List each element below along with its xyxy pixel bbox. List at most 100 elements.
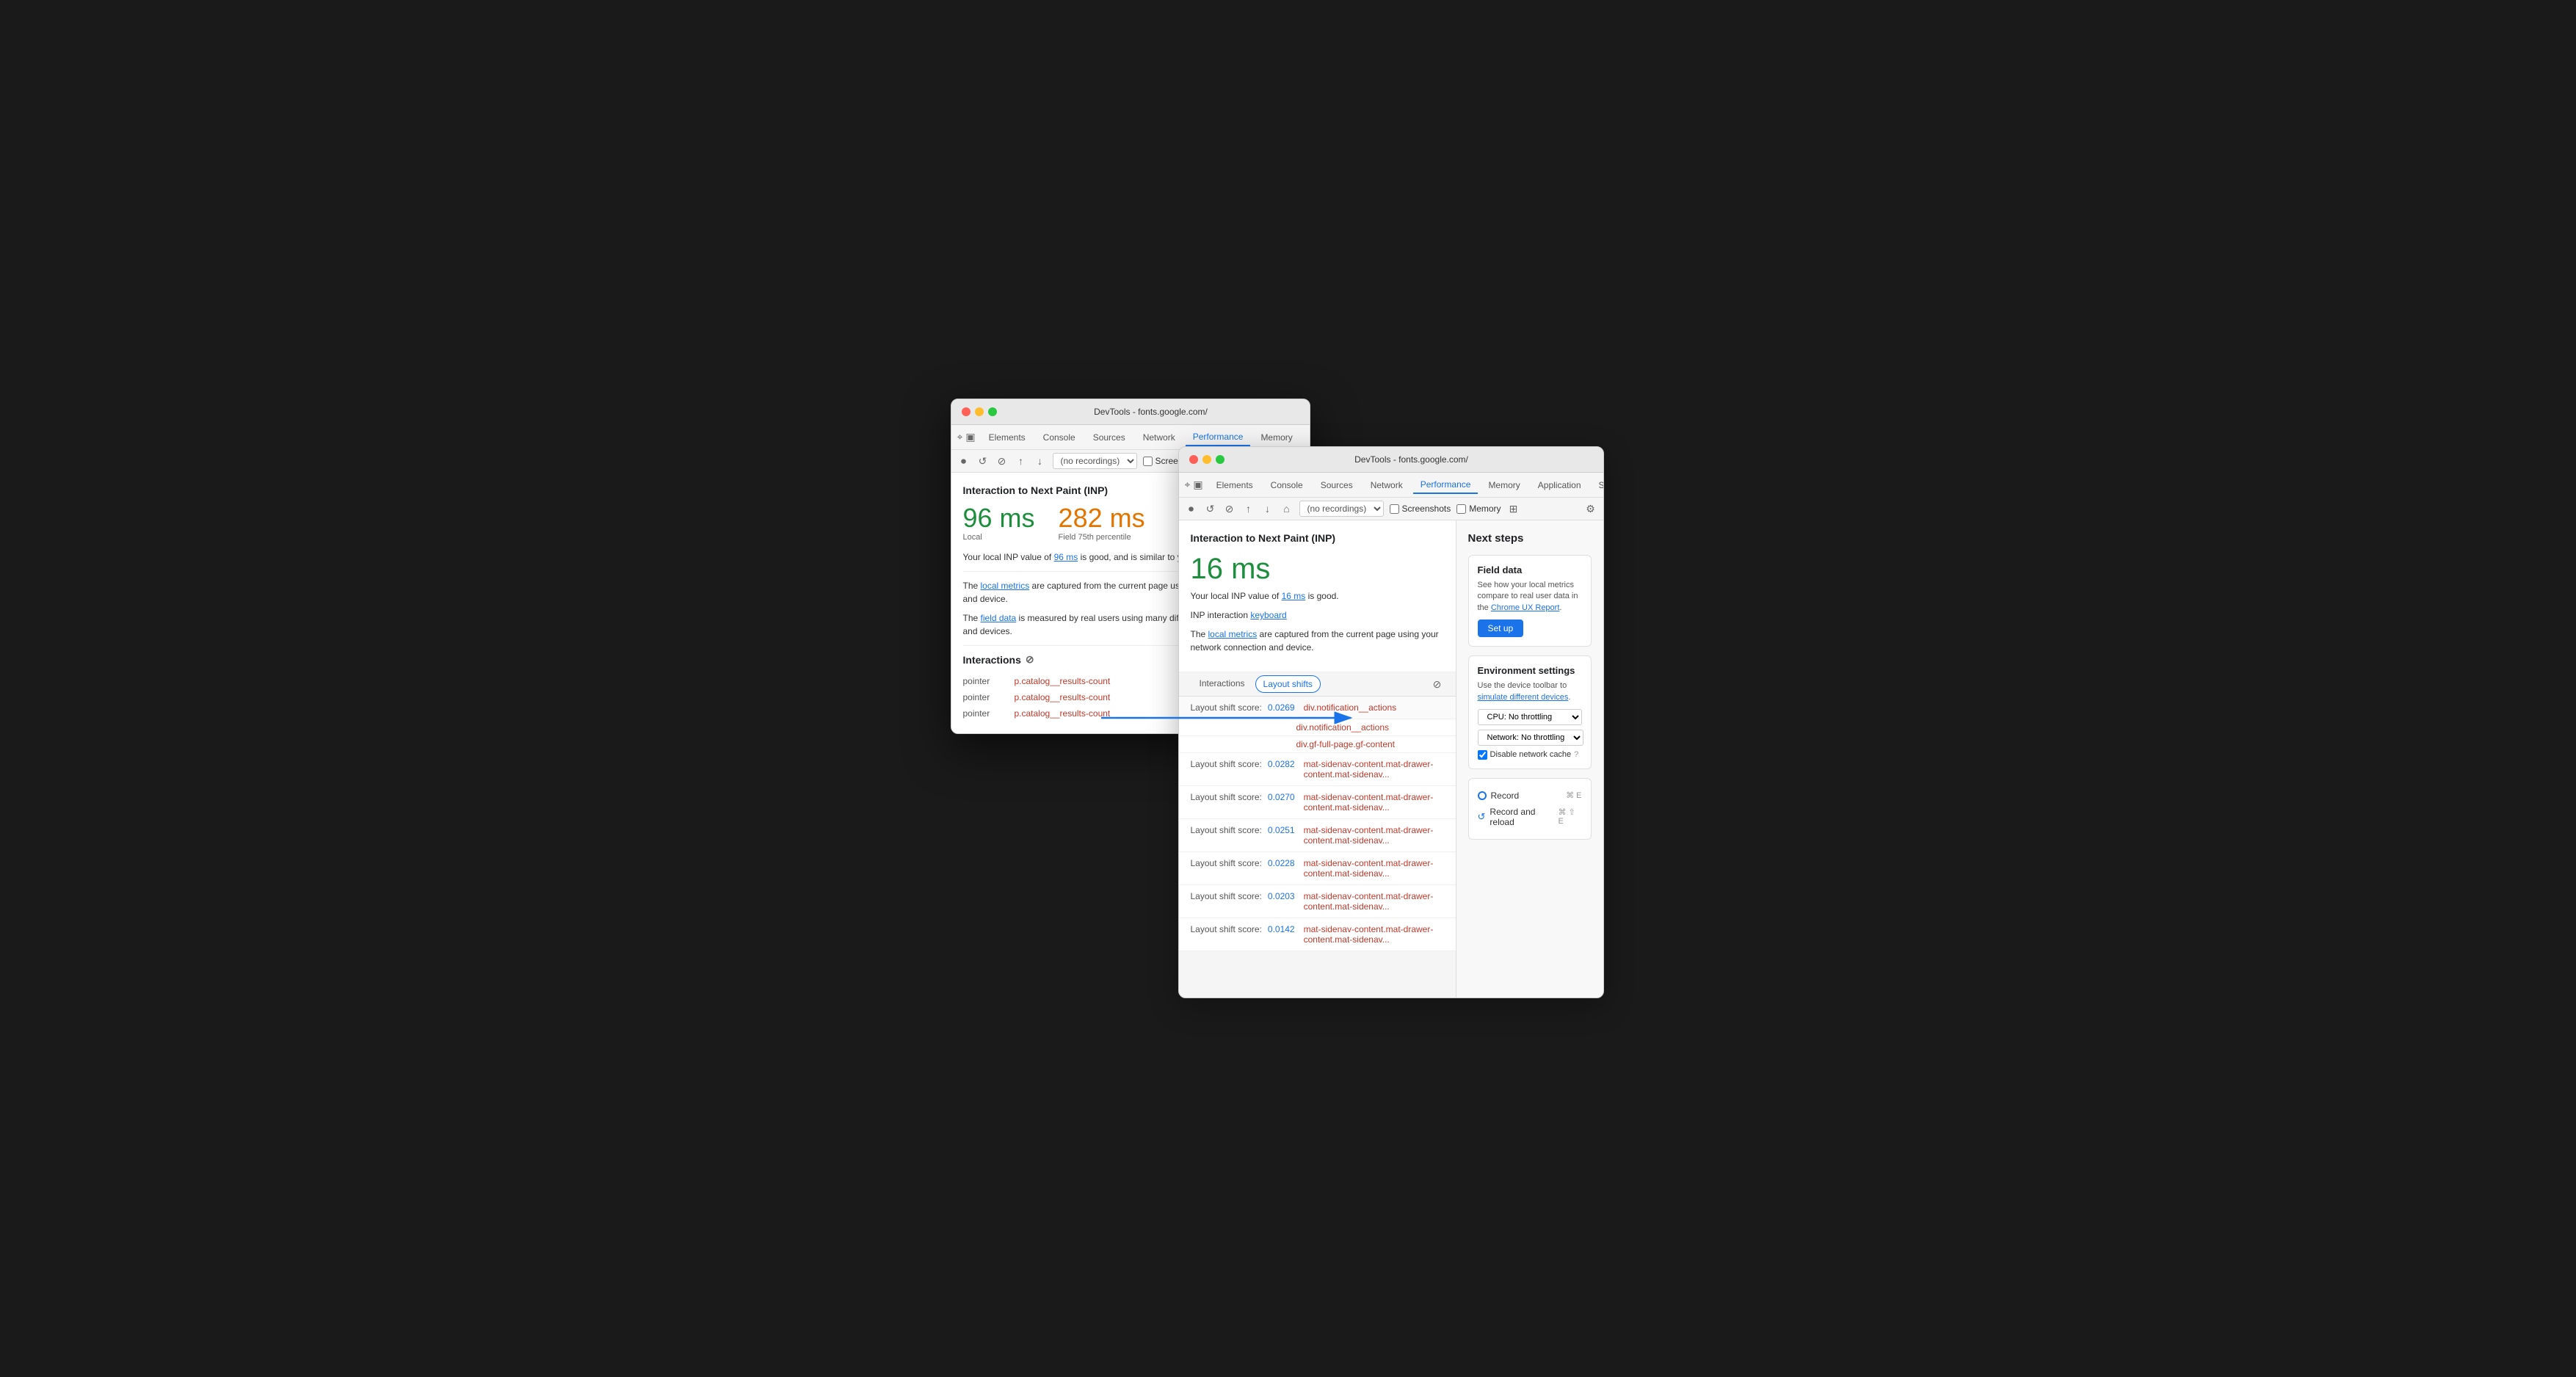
tab-network-2[interactable]: Network [1363, 477, 1410, 493]
block-icon-1: ⊘ [1026, 653, 1034, 666]
minimize-button-2[interactable] [1202, 455, 1211, 464]
screenshots-check-1[interactable] [1143, 457, 1153, 466]
tab-console-1[interactable]: Console [1036, 429, 1083, 446]
maximize-button-2[interactable] [1216, 455, 1224, 464]
toolbar2-2: ⏺ ↺ ⊘ ↑ ↓ ⌂ (no recordings) Screenshots … [1179, 498, 1603, 520]
home-icon-2[interactable]: ⌂ [1280, 502, 1294, 515]
cpu-select[interactable]: CPU: No throttling [1478, 709, 1582, 725]
ls-target-2[interactable]: mat-sidenav-content.mat-drawer-content.m… [1304, 792, 1444, 813]
disable-cache-checkbox[interactable] [1478, 750, 1487, 760]
cpu-icon-2[interactable]: ⊞ [1507, 502, 1520, 515]
record-shortcut: ⌘ E [1566, 791, 1581, 800]
close-button-1[interactable] [962, 407, 970, 416]
ls-score-value-0[interactable]: 0.0269 [1268, 702, 1295, 713]
settings-icon-3[interactable]: ⚙ [1584, 502, 1597, 515]
ls-score-value-6[interactable]: 0.0142 [1268, 924, 1295, 934]
record-row: Record ⌘ E [1478, 788, 1582, 804]
ls-target-6[interactable]: mat-sidenav-content.mat-drawer-content.m… [1304, 924, 1444, 945]
block-icon-2[interactable]: ⊘ [1431, 677, 1444, 691]
right-panel: Next steps Field data See how your local… [1456, 520, 1603, 998]
tab-security-2[interactable]: Security [1592, 477, 1604, 493]
tab-console-2[interactable]: Console [1263, 477, 1310, 493]
next-steps-title: Next steps [1468, 532, 1592, 545]
setup-button[interactable]: Set up [1478, 620, 1524, 637]
clear-icon-2[interactable]: ⊘ [1223, 502, 1236, 515]
ls-target-1[interactable]: mat-sidenav-content.mat-drawer-content.m… [1304, 759, 1444, 780]
ls-sub-2: div.gf-full-page.gf-content [1179, 736, 1456, 753]
ls-target-3[interactable]: mat-sidenav-content.mat-drawer-content.m… [1304, 825, 1444, 846]
inp-value-link-1[interactable]: 96 ms [1054, 552, 1078, 562]
env-settings-section: Environment settings Use the device tool… [1468, 655, 1592, 769]
close-button-2[interactable] [1189, 455, 1198, 464]
network-select[interactable]: Network: No throttling [1478, 730, 1583, 746]
field-data-link-1[interactable]: field data [981, 613, 1017, 623]
local-metrics-link-1[interactable]: local metrics [981, 581, 1030, 591]
inp-interaction: INP interaction keyboard [1191, 608, 1444, 622]
ls-score-value-2[interactable]: 0.0270 [1268, 792, 1295, 802]
left-panel: Interaction to Next Paint (INP) 16 ms Yo… [1179, 520, 1456, 998]
record-reload-text: Record and reload [1490, 807, 1558, 827]
tab-layout-shifts-2[interactable]: Layout shifts [1255, 675, 1321, 693]
ls-target-0[interactable]: div.notification__actions [1304, 702, 1444, 713]
ls-score-value-1[interactable]: 0.0282 [1268, 759, 1295, 769]
tab-performance-2[interactable]: Performance [1413, 476, 1479, 494]
tab-memory-2[interactable]: Memory [1481, 477, 1527, 493]
field-data-title: Field data [1478, 564, 1582, 575]
keyboard-link[interactable]: keyboard [1250, 610, 1286, 620]
chrome-ux-link[interactable]: Chrome UX Report [1491, 603, 1560, 612]
cursor-icon-2[interactable]: ⌖ [1185, 479, 1191, 492]
tab-network-1[interactable]: Network [1136, 429, 1183, 446]
cursor-icon[interactable]: ⌖ [957, 431, 963, 444]
memory-check-2[interactable] [1456, 504, 1466, 514]
ls-score-label-1: Layout shift score: [1191, 759, 1262, 769]
disable-cache-text: Disable network cache [1490, 750, 1572, 759]
ls-score-value-4[interactable]: 0.0228 [1268, 858, 1295, 868]
ls-row-3: Layout shift score: 0.0251 mat-sidenav-c… [1179, 819, 1456, 852]
upload-icon-1[interactable]: ↑ [1015, 454, 1028, 468]
reload-icon-2[interactable]: ↺ [1204, 502, 1217, 515]
ls-score-value-5[interactable]: 0.0203 [1268, 891, 1295, 901]
upload-icon-2[interactable]: ↑ [1242, 502, 1255, 515]
clear-icon-1[interactable]: ⊘ [995, 454, 1009, 468]
simulate-devices-link[interactable]: simulate different devices [1478, 693, 1569, 702]
screenshots-check-2[interactable] [1390, 504, 1399, 514]
inp-value-link-2[interactable]: 16 ms [1282, 591, 1306, 601]
device-icon[interactable]: ▣ [965, 431, 975, 444]
network-select-row: Network: No throttling [1478, 730, 1582, 746]
recording-select-1[interactable]: (no recordings) [1053, 453, 1137, 469]
record-reload-row: ↺ Record and reload ⌘ ⇧ E [1478, 804, 1582, 830]
tab-memory-1[interactable]: Memory [1253, 429, 1299, 446]
disable-cache-label[interactable]: Disable network cache ? [1478, 750, 1582, 760]
help-icon[interactable]: ? [1574, 750, 1578, 759]
local-metric: 96 ms Local [963, 505, 1035, 542]
screenshots-checkbox-2[interactable]: Screenshots [1390, 504, 1451, 514]
tab-performance-1[interactable]: Performance [1186, 429, 1251, 446]
recording-select-2[interactable]: (no recordings) [1299, 501, 1384, 517]
ls-score-value-3[interactable]: 0.0251 [1268, 825, 1295, 835]
field-value: 282 ms [1059, 505, 1145, 531]
tab-elements-1[interactable]: Elements [982, 429, 1033, 446]
traffic-lights-1 [962, 407, 997, 416]
reload-icon-1[interactable]: ↺ [976, 454, 990, 468]
record-icon-1[interactable]: ⏺ [957, 454, 970, 468]
tab-application-1[interactable]: Application [1303, 429, 1310, 446]
download-icon-1[interactable]: ↓ [1034, 454, 1047, 468]
tab-sources-1[interactable]: Sources [1086, 429, 1133, 446]
tab-application-2[interactable]: Application [1531, 477, 1589, 493]
memory-checkbox-2[interactable]: Memory [1456, 504, 1501, 514]
traffic-lights-2 [1189, 455, 1224, 464]
local-metrics-desc-2: The local metrics are captured from the … [1191, 628, 1444, 654]
tab-elements-2[interactable]: Elements [1209, 477, 1260, 493]
ls-score-label-4: Layout shift score: [1191, 858, 1262, 868]
minimize-button-1[interactable] [975, 407, 984, 416]
tab-sources-2[interactable]: Sources [1313, 477, 1360, 493]
download-icon-2[interactable]: ↓ [1261, 502, 1274, 515]
maximize-button-1[interactable] [988, 407, 997, 416]
ls-target-5[interactable]: mat-sidenav-content.mat-drawer-content.m… [1304, 891, 1444, 912]
window-title-2: DevTools - fonts.google.com/ [1230, 454, 1593, 465]
local-metrics-link-2[interactable]: local metrics [1208, 629, 1258, 639]
record-icon-2[interactable]: ⏺ [1185, 502, 1198, 515]
device-icon-2[interactable]: ▣ [1193, 479, 1202, 492]
tab-interactions-2[interactable]: Interactions [1191, 672, 1254, 696]
ls-target-4[interactable]: mat-sidenav-content.mat-drawer-content.m… [1304, 858, 1444, 879]
